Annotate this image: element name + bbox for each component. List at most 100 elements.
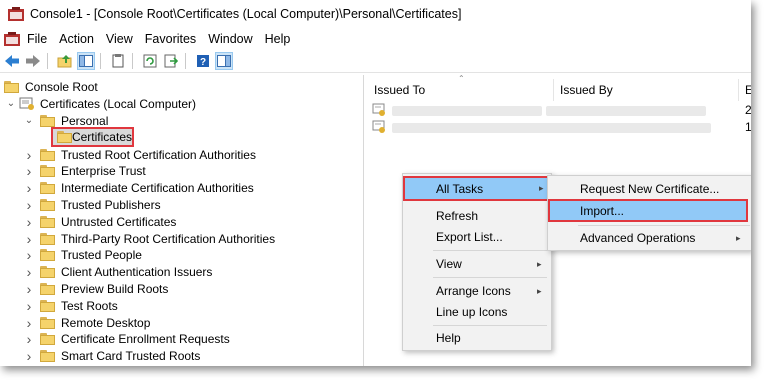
tree-item-label: Trusted Root Certification Authorities <box>61 147 256 162</box>
chevron-right-icon[interactable]: › <box>24 146 34 163</box>
column-expiration[interactable]: E <box>745 83 751 97</box>
tree-item-certificates-local-computer[interactable]: ⌄ Certificates (Local Computer) <box>6 95 196 112</box>
menu-favorites[interactable]: Favorites <box>145 32 196 46</box>
column-issued-to[interactable]: Issued To <box>374 83 425 97</box>
menu-view[interactable]: View <box>106 32 133 46</box>
toolbar-separator <box>132 53 133 69</box>
menu-separator <box>433 277 547 278</box>
column-divider[interactable] <box>738 79 739 101</box>
chevron-right-icon: ▸ <box>539 183 544 193</box>
folder-icon <box>40 299 56 312</box>
menu-item-advanced-operations[interactable]: Advanced Operations ▸ <box>548 227 751 249</box>
chevron-right-icon[interactable]: › <box>24 247 34 264</box>
chevron-right-icon[interactable]: › <box>24 297 34 314</box>
menu-item-label: Advanced Operations <box>580 231 696 245</box>
chevron-right-icon[interactable]: › <box>24 348 34 365</box>
chevron-right-icon: ▸ <box>736 232 741 243</box>
chevron-right-icon[interactable]: › <box>24 264 34 281</box>
toolbar-separator <box>100 53 101 69</box>
column-issued-by[interactable]: Issued By <box>560 83 613 97</box>
tree-item-label: Trusted Publishers <box>61 197 161 212</box>
menu-item-request-new-certificate[interactable]: Request New Certificate... <box>548 178 751 200</box>
chevron-down-icon[interactable]: ⌄ <box>6 95 16 112</box>
menu-item-export-list[interactable]: Export List... <box>403 226 549 248</box>
all-tasks-submenu: Request New Certificate... Import... Adv… <box>547 175 751 251</box>
folder-icon <box>40 215 56 228</box>
tree-item-enterprise-trust[interactable]: › Enterprise Trust <box>24 163 146 180</box>
up-folder-icon[interactable] <box>56 52 74 70</box>
chevron-down-icon[interactable]: ⌄ <box>24 112 34 129</box>
menu-item-help[interactable]: Help <box>403 327 549 349</box>
tree-item-intermediate-certification-authorities[interactable]: › Intermediate Certification Authorities <box>24 180 254 197</box>
certificate-icon <box>372 103 386 117</box>
chevron-right-icon[interactable]: › <box>24 314 34 331</box>
menu-help[interactable]: Help <box>265 32 291 46</box>
chevron-right-icon[interactable]: › <box>24 230 34 247</box>
chevron-right-icon[interactable]: › <box>24 180 34 197</box>
mmc-app-icon <box>8 7 24 21</box>
chevron-right-icon[interactable]: › <box>24 280 34 297</box>
menu-window[interactable]: Window <box>208 32 252 46</box>
tree-item-untrusted-certificates[interactable]: › Untrusted Certificates <box>24 213 177 230</box>
toolbar-separator <box>185 53 186 69</box>
chevron-right-icon[interactable]: › <box>24 196 34 213</box>
tree-item-trusted-root-certification-authorities[interactable]: › Trusted Root Certification Authorities <box>24 146 256 163</box>
tree-item-third-party-root-certification-authorities[interactable]: › Third-Party Root Certification Authorit… <box>24 230 275 247</box>
menu-item-all-tasks[interactable]: All Tasks ▸ <box>403 176 549 201</box>
back-arrow-icon[interactable] <box>3 52 21 70</box>
chevron-right-icon: ▸ <box>537 258 542 269</box>
menu-item-label: Request New Certificate... <box>580 182 720 196</box>
tree-item-label: Personal <box>61 113 109 128</box>
certificates-snapin-icon <box>19 97 35 111</box>
menu-item-import[interactable]: Import... <box>548 199 748 222</box>
menu-item-label: Help <box>436 331 461 345</box>
menu-item-label: Import... <box>580 203 625 218</box>
title-bar: Console1 - [Console Root\Certificates (L… <box>0 0 751 28</box>
menu-file[interactable]: File <box>27 32 47 46</box>
help-icon[interactable]: ? <box>194 52 212 70</box>
folder-icon <box>57 131 72 143</box>
tree-item-certificates[interactable]: Certificates <box>51 127 134 147</box>
toolbar-separator <box>47 53 48 69</box>
properties-icon[interactable] <box>109 52 127 70</box>
tree-item-client-authentication-issuers[interactable]: › Client Authentication Issuers <box>24 264 213 281</box>
folder-icon <box>40 316 56 329</box>
menu-item-label: Arrange Icons <box>436 284 511 298</box>
action-pane-icon[interactable] <box>215 52 233 70</box>
context-menu: All Tasks ▸ Refresh Export List... View … <box>402 173 552 351</box>
menu-item-view[interactable]: View ▸ <box>403 253 549 275</box>
forward-arrow-icon[interactable] <box>24 52 42 70</box>
menu-item-line-up-icons[interactable]: Line up Icons <box>403 301 549 323</box>
tree-item-remote-desktop[interactable]: › Remote Desktop <box>24 314 151 331</box>
system-menu-icon[interactable] <box>3 31 21 47</box>
tree-item-smart-card-trusted-roots[interactable]: › Smart Card Trusted Roots <box>24 348 201 365</box>
refresh-icon[interactable] <box>141 52 159 70</box>
tree-item-label: Client Authentication Issuers <box>61 265 213 280</box>
chevron-right-icon[interactable]: › <box>24 331 34 348</box>
chevron-right-icon[interactable]: › <box>24 163 34 180</box>
menu-action[interactable]: Action <box>59 32 94 46</box>
tree-item-trusted-publishers[interactable]: › Trusted Publishers <box>24 196 161 213</box>
folder-icon <box>40 114 56 127</box>
tree-item-label: Intermediate Certification Authorities <box>61 181 254 196</box>
tree-item-test-roots[interactable]: › Test Roots <box>24 297 118 314</box>
tree-item-label: Console Root <box>25 79 98 94</box>
svg-text:?: ? <box>200 57 206 68</box>
column-divider[interactable] <box>553 79 554 101</box>
export-list-icon[interactable] <box>162 52 180 70</box>
toolbar: ? <box>0 50 751 73</box>
tree-item-certificate-enrollment-requests[interactable]: › Certificate Enrollment Requests <box>24 331 230 348</box>
tree-item-label: Enterprise Trust <box>61 164 146 179</box>
menu-item-refresh[interactable]: Refresh <box>403 205 549 227</box>
tree-item-preview-build-roots[interactable]: › Preview Build Roots <box>24 280 169 297</box>
tree-item-trusted-people[interactable]: › Trusted People <box>24 247 142 264</box>
chevron-right-icon[interactable]: › <box>24 213 34 230</box>
folder-icon <box>40 249 56 262</box>
redacted-text <box>546 106 706 116</box>
menu-item-arrange-icons[interactable]: Arrange Icons ▸ <box>403 280 549 302</box>
folder-icon <box>40 148 56 161</box>
tree-item-console-root[interactable]: Console Root <box>4 78 98 95</box>
folder-icon <box>40 232 56 245</box>
redacted-text <box>546 123 711 133</box>
show-hide-tree-icon[interactable] <box>77 52 95 70</box>
